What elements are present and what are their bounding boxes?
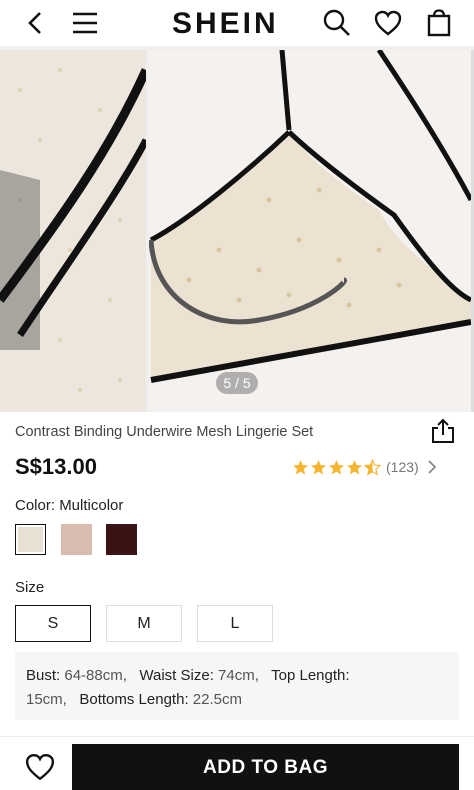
size-option-m[interactable]: M xyxy=(106,605,182,642)
wishlist-heart-icon[interactable] xyxy=(25,753,55,781)
bottom-action-bar: ADD TO BAG xyxy=(0,736,474,790)
star-icon xyxy=(347,459,362,474)
menu-icon[interactable] xyxy=(70,8,100,38)
top-length-label: Top Length: xyxy=(271,667,350,684)
product-price: S$13.00 xyxy=(15,454,97,479)
shein-logo[interactable]: SHEIN xyxy=(172,7,279,41)
rating-count: (123) xyxy=(386,459,419,475)
color-value: Multicolor xyxy=(59,497,124,514)
bottoms-length-label: Bottoms Length: xyxy=(79,691,189,708)
waist-label: Waist Size: xyxy=(139,667,214,684)
star-icon xyxy=(329,459,344,474)
search-icon[interactable] xyxy=(322,8,352,38)
bust-value: 64-88cm, xyxy=(64,667,127,684)
chevron-right-icon xyxy=(428,460,436,474)
image-pager-indicator: 5 / 5 xyxy=(216,372,258,394)
color-swatch-pink[interactable] xyxy=(61,524,92,555)
star-half-icon xyxy=(364,458,381,476)
heart-icon[interactable] xyxy=(373,8,403,38)
size-option-s[interactable]: S xyxy=(15,605,91,642)
color-swatch-burgundy[interactable] xyxy=(106,524,137,555)
product-image-main[interactable] xyxy=(149,50,471,412)
star-icon xyxy=(311,459,326,474)
top-length-value: 15cm, xyxy=(26,691,67,708)
bottoms-length-value: 22.5cm xyxy=(192,691,242,708)
product-image-gallery[interactable]: 5 / 5 xyxy=(0,46,474,412)
product-rating[interactable]: (123) xyxy=(292,457,437,477)
share-icon[interactable] xyxy=(430,418,456,444)
add-to-bag-button[interactable]: ADD TO BAG xyxy=(72,744,459,790)
star-icon xyxy=(293,459,308,474)
bust-label: Bust: xyxy=(26,667,61,684)
top-header: SHEIN xyxy=(0,0,474,46)
product-image-previous[interactable] xyxy=(0,50,146,412)
size-measurements: Bust: 64-88cm, Waist Size: 74cm, Top Len… xyxy=(15,652,459,720)
size-option-l[interactable]: L xyxy=(197,605,273,642)
color-label-text: Color: xyxy=(15,497,56,514)
color-swatch-nude[interactable] xyxy=(15,524,46,555)
size-label: Size xyxy=(15,579,45,596)
bag-icon[interactable] xyxy=(424,8,454,38)
back-icon[interactable] xyxy=(20,8,50,38)
color-label: Color: Multicolor xyxy=(15,497,123,514)
waist-value: 74cm, xyxy=(218,667,259,684)
product-title: Contrast Binding Underwire Mesh Lingerie… xyxy=(15,424,314,440)
